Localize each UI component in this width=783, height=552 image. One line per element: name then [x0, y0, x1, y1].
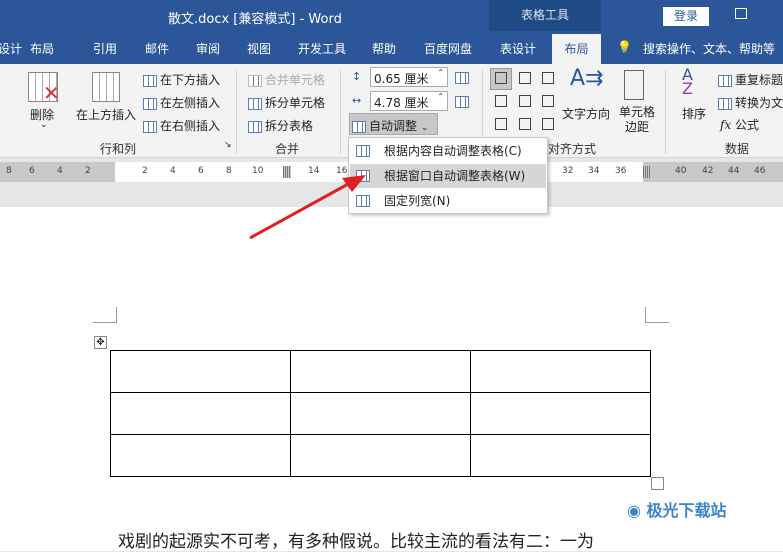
arrow-head — [342, 175, 366, 192]
arrow-line — [249, 181, 351, 240]
annotation-arrow — [249, 175, 366, 240]
